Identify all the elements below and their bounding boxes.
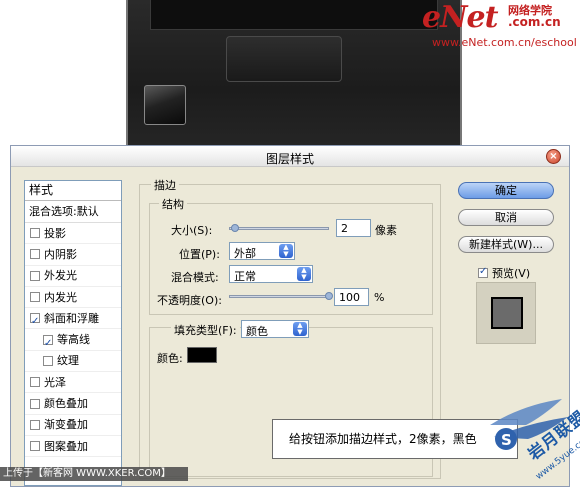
style-list-item-label: 投影: [44, 226, 66, 240]
style-checkbox[interactable]: [30, 398, 40, 409]
style-list-item[interactable]: 外发光: [25, 266, 121, 287]
opacity-unit: %: [374, 291, 385, 304]
structure-title: 结构: [159, 196, 187, 212]
background-artwork: eNet 网络学院 .com.cn www.eNet.com.cn/eschoo…: [0, 0, 580, 150]
style-checkbox[interactable]: [30, 270, 40, 281]
device-button-preview: [144, 85, 186, 125]
close-icon[interactable]: ×: [546, 149, 561, 164]
style-list-item-label: 内发光: [44, 290, 77, 304]
style-list-item[interactable]: 斜面和浮雕: [25, 308, 121, 332]
style-list-item[interactable]: 图案叠加: [25, 436, 121, 458]
style-list-item-label: 光泽: [44, 375, 66, 389]
position-label: 位置(P):: [179, 248, 220, 261]
color-label: 颜色:: [157, 352, 183, 365]
svg-text:S: S: [501, 431, 512, 449]
style-list-item-label: 等高线: [57, 333, 90, 347]
opacity-input[interactable]: 100: [334, 288, 369, 306]
style-checkbox[interactable]: [43, 333, 53, 354]
size-label: 大小(S):: [171, 224, 213, 237]
device-screen: [150, 0, 438, 30]
chevron-updown-icon: ▲ ▼: [297, 267, 311, 281]
style-list-item[interactable]: 颜色叠加: [25, 393, 121, 415]
preview-swatch: [491, 297, 523, 329]
preview-thumbnail: [476, 282, 536, 344]
style-list-item-label: 图案叠加: [44, 439, 88, 453]
cancel-button[interactable]: 取消: [458, 209, 554, 226]
style-list-item-label: 内阴影: [44, 247, 77, 261]
stroke-section-title: 描边: [151, 177, 179, 193]
fill-type-value: 颜色: [246, 325, 268, 338]
style-list-item[interactable]: 纹理: [25, 351, 121, 373]
blend-mode-select[interactable]: 正常 ▲ ▼: [229, 265, 313, 283]
style-list-item-label: 纹理: [57, 354, 79, 368]
enet-domain: .com.cn: [508, 15, 561, 29]
dialog-titlebar[interactable]: 图层样式 ×: [11, 146, 569, 167]
style-list-item[interactable]: 内阴影: [25, 244, 121, 266]
style-list-item[interactable]: 等高线: [25, 329, 121, 354]
opacity-label: 不透明度(O):: [157, 294, 222, 307]
style-checkbox[interactable]: [30, 228, 40, 239]
upload-watermark: 上传于【新客网 WWW.XKER.COM】: [0, 467, 188, 481]
chevron-updown-icon: ▲ ▼: [279, 244, 293, 258]
style-list-item[interactable]: 内发光: [25, 287, 121, 309]
blend-options-item[interactable]: 混合选项:默认: [25, 201, 121, 223]
style-list-item-label: 渐变叠加: [44, 418, 88, 432]
size-input[interactable]: 2: [336, 219, 371, 237]
style-list-item[interactable]: 光泽: [25, 372, 121, 394]
style-checkbox[interactable]: [30, 311, 40, 332]
fill-type-label: 填充类型(F):: [171, 322, 240, 338]
chevron-updown-icon: ▲ ▼: [293, 322, 307, 336]
style-checkbox[interactable]: [30, 419, 40, 430]
size-unit: 像素: [375, 224, 397, 237]
preview-label: 预览(V): [492, 267, 531, 280]
enet-url: www.eNet.com.cn/eschool: [432, 36, 577, 49]
stroke-color-swatch[interactable]: [187, 347, 217, 363]
opacity-slider-thumb[interactable]: [325, 292, 333, 300]
style-checkbox[interactable]: [43, 355, 53, 366]
style-checkbox[interactable]: [30, 441, 40, 452]
opacity-slider[interactable]: [229, 295, 329, 298]
blend-mode-value: 正常: [234, 270, 256, 283]
size-slider-thumb[interactable]: [230, 224, 239, 232]
size-slider[interactable]: [229, 227, 329, 230]
blend-mode-label: 混合模式:: [171, 271, 219, 284]
style-list-item-label: 颜色叠加: [44, 397, 88, 411]
style-checkbox[interactable]: [30, 292, 40, 303]
new-style-button[interactable]: 新建样式(W)...: [458, 236, 554, 253]
preview-checkbox[interactable]: [478, 266, 488, 278]
device-pad: [226, 36, 342, 82]
position-select[interactable]: 外部 ▲ ▼: [229, 242, 295, 260]
style-checkbox[interactable]: [30, 377, 40, 388]
preview-toggle[interactable]: 预览(V): [478, 265, 530, 281]
style-items: 投影内阴影外发光内发光斜面和浮雕等高线纹理光泽颜色叠加渐变叠加图案叠加: [25, 223, 121, 458]
style-list: 样式 混合选项:默认 投影内阴影外发光内发光斜面和浮雕等高线纹理光泽颜色叠加渐变…: [24, 180, 122, 486]
style-checkbox[interactable]: [30, 249, 40, 260]
dialog-title: 图层样式: [265, 152, 314, 166]
style-list-header[interactable]: 样式: [25, 181, 121, 201]
style-list-item-label: 外发光: [44, 269, 77, 283]
style-list-item[interactable]: 渐变叠加: [25, 415, 121, 436]
fill-type-select[interactable]: 颜色 ▲ ▼: [241, 320, 309, 338]
style-list-item[interactable]: 投影: [25, 223, 121, 245]
style-list-item-label: 斜面和浮雕: [44, 311, 99, 325]
ok-button[interactable]: 确定: [458, 182, 554, 199]
enet-logo: eNet: [422, 0, 498, 35]
position-value: 外部: [234, 247, 256, 260]
